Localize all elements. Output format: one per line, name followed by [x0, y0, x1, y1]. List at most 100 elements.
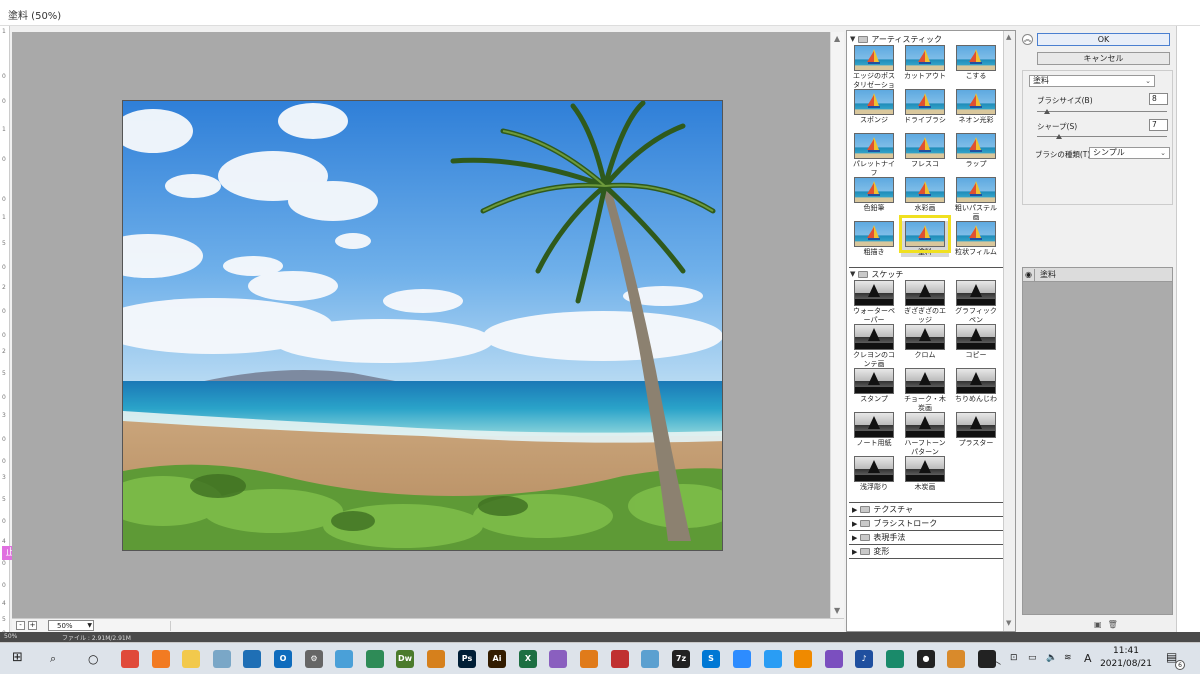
filter-thumb[interactable]: 木炭画 — [901, 456, 949, 492]
filter-thumb[interactable]: ぎざぎざのエッジ — [901, 280, 949, 325]
settings-icon[interactable]: ⚙ — [305, 650, 323, 668]
effect-layer-row[interactable]: ◉ 塗料 — [1023, 268, 1172, 282]
zoom-out-button[interactable]: - — [16, 621, 25, 630]
dreamweaver-icon[interactable]: Dw — [396, 650, 414, 668]
outlook-icon[interactable]: O — [274, 650, 292, 668]
app9-icon[interactable] — [366, 650, 384, 668]
zoom-in-button[interactable]: + — [28, 621, 37, 630]
filter-thumb[interactable]: 塗料 — [899, 215, 951, 257]
gallery-category-collapsed[interactable]: ▶ テクスチャ — [849, 502, 1003, 516]
filter-thumb[interactable]: 水彩画 — [901, 177, 949, 213]
gallery-category-header[interactable]: ▼ スケッチ — [850, 268, 903, 280]
filter-thumb[interactable]: パレットナイフ — [850, 133, 898, 178]
filter-thumb[interactable]: クレヨンのコンテ画 — [850, 324, 898, 369]
filter-thumb[interactable]: ウォーターペーパー — [850, 280, 898, 325]
app17-icon[interactable] — [611, 650, 629, 668]
filter-thumb[interactable]: ちりめんじわ — [952, 368, 1000, 404]
filter-thumb-label: グラフィックペン — [955, 307, 997, 324]
filter-thumb[interactable]: こする — [952, 45, 1000, 81]
zoom-select[interactable]: 50% ▼ — [48, 620, 94, 631]
battery-icon[interactable]: ▭ — [1028, 653, 1037, 663]
scroll-up-icon[interactable]: ▲ — [834, 34, 840, 43]
filter-thumb[interactable]: 粗いパステル画 — [952, 177, 1000, 222]
sharpness-field[interactable]: 7 — [1149, 119, 1168, 131]
filter-thumb[interactable]: スタンプ — [850, 368, 898, 404]
filter-thumb[interactable]: ハーフトーンパターン — [901, 412, 949, 457]
skype-icon[interactable]: S — [702, 650, 720, 668]
butterfly-icon[interactable] — [580, 650, 598, 668]
slider-knob[interactable] — [1044, 109, 1051, 114]
preview-vertical-scrollbar[interactable]: ▲ ▼ — [830, 32, 844, 618]
gallery-category-collapsed[interactable]: ▶ 変形 — [849, 544, 1003, 558]
illustrator-icon[interactable]: Ai — [488, 650, 506, 668]
filter-thumb[interactable]: スポンジ — [850, 89, 898, 125]
cortana-icon[interactable]: ○ — [88, 652, 98, 666]
filter-thumb[interactable]: ノート用紙 — [850, 412, 898, 448]
filter-thumb[interactable]: ドライブラシ — [901, 89, 949, 125]
app24-icon[interactable] — [825, 650, 843, 668]
excel-icon[interactable]: X — [519, 650, 537, 668]
filter-thumb[interactable]: コピー — [952, 324, 1000, 360]
filter-thumb[interactable]: 粒状フィルム — [952, 221, 1000, 257]
app28-icon[interactable] — [947, 650, 965, 668]
search-icon[interactable]: ⌕ — [50, 652, 56, 666]
app22-icon[interactable] — [764, 650, 782, 668]
preview-bottom-bar: - + 50% ▼ — [12, 618, 844, 632]
sharpness-slider[interactable] — [1037, 134, 1167, 139]
app11-icon[interactable] — [427, 650, 445, 668]
app4-icon[interactable] — [213, 650, 231, 668]
brush-size-field[interactable]: 8 — [1149, 93, 1168, 105]
collapse-gallery-icon[interactable]: ︽ — [1022, 34, 1033, 45]
windows-start-icon[interactable]: ⊞ — [12, 650, 23, 665]
filter-thumb[interactable]: フレスコ — [901, 133, 949, 169]
record-icon[interactable]: ● — [917, 650, 935, 668]
filter-thumb[interactable]: チョーク・木炭画 — [901, 368, 949, 413]
cancel-button[interactable]: キャンセル — [1037, 52, 1170, 65]
zoom-icon[interactable] — [733, 650, 751, 668]
brush-size-slider[interactable] — [1037, 109, 1167, 114]
filter-thumb[interactable]: 粗描き — [850, 221, 898, 257]
photos-icon[interactable] — [243, 650, 261, 668]
scroll-down-icon[interactable]: ▼ — [834, 606, 840, 615]
explorer-icon[interactable] — [182, 650, 200, 668]
delete-layer-icon[interactable]: 🗑 — [1108, 620, 1118, 629]
filter-thumb[interactable]: ラップ — [952, 133, 1000, 169]
filter-thumb[interactable]: ネオン光彩 — [952, 89, 1000, 125]
filter-thumb[interactable]: 色鉛筆 — [850, 177, 898, 213]
app15-icon[interactable] — [549, 650, 567, 668]
photoshop-icon[interactable]: Ps — [458, 650, 476, 668]
gallery-category-header[interactable]: ▼ アーティスティック — [850, 33, 942, 45]
volume-icon[interactable]: 🔈 — [1046, 653, 1057, 663]
ok-button[interactable]: OK — [1037, 33, 1170, 46]
wifi-icon[interactable]: ≋ — [1064, 653, 1072, 663]
app26-icon[interactable] — [886, 650, 904, 668]
ime-indicator[interactable]: A — [1084, 652, 1092, 665]
network-icon[interactable]: ⊡ — [1010, 653, 1018, 663]
chrome-icon[interactable] — [121, 650, 139, 668]
filter-thumb[interactable]: グラフィックペン — [952, 280, 1000, 325]
scroll-down-icon[interactable]: ▼ — [1006, 619, 1011, 627]
slider-knob[interactable] — [1056, 134, 1063, 139]
eye-icon[interactable]: ◉ — [1023, 268, 1035, 281]
vlc-icon[interactable] — [794, 650, 812, 668]
new-layer-icon[interactable]: ▣ — [1094, 620, 1102, 629]
gallery-category-collapsed[interactable]: ▶ ブラシストローク — [849, 516, 1003, 530]
filter-select[interactable]: 塗料 ⌄ — [1029, 75, 1155, 87]
filter-preview-icon — [854, 133, 894, 159]
app8-icon[interactable] — [335, 650, 353, 668]
firefox-icon[interactable] — [152, 650, 170, 668]
7zip-icon[interactable]: 7z — [672, 650, 690, 668]
filter-thumb[interactable]: クロム — [901, 324, 949, 360]
app29-icon[interactable] — [978, 650, 996, 668]
gallery-category-collapsed[interactable]: ▶ 表現手法 — [849, 530, 1003, 544]
filter-thumb[interactable]: 浅浮彫り — [850, 456, 898, 492]
preview-horizontal-scrollbar[interactable] — [170, 621, 840, 631]
music-icon[interactable]: ♪ — [855, 650, 873, 668]
brush-type-select[interactable]: シンプル ⌄ — [1089, 147, 1170, 159]
filter-thumb[interactable]: カットアウト — [901, 45, 949, 81]
app18-icon[interactable] — [641, 650, 659, 668]
gallery-scrollbar[interactable]: ▲ ▼ — [1003, 31, 1015, 631]
clock[interactable]: 11:41 2021/08/21 — [1096, 645, 1156, 671]
filter-thumb[interactable]: プラスター — [952, 412, 1000, 448]
scroll-up-icon[interactable]: ▲ — [1006, 33, 1011, 41]
